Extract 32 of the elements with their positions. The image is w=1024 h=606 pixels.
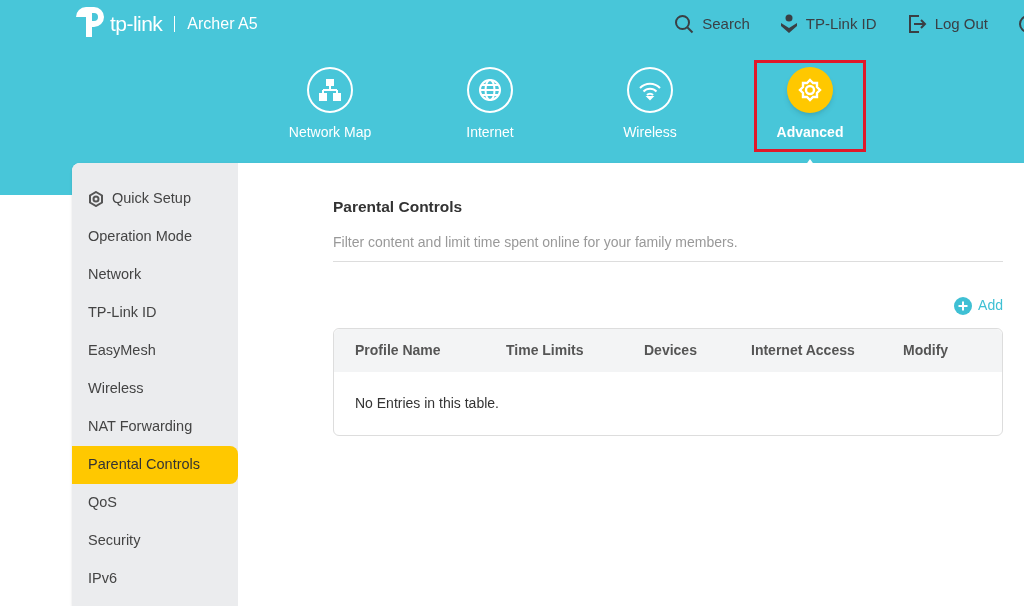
gear-icon [88,191,104,207]
sidebar-item[interactable]: IPv6 [72,560,238,598]
sidebar-item[interactable]: Security [72,522,238,560]
gear-icon [797,77,823,103]
globe-icon [477,77,503,103]
column-header: Devices [644,341,698,361]
empty-message: No Entries in this table. [355,394,499,414]
sidebar-item[interactable]: EasyMesh [72,332,238,370]
network-diagram-icon [317,77,343,103]
model-name: Archer A5 [174,16,258,32]
sidebar-item[interactable]: Network [72,256,238,294]
column-header: Modify [903,341,949,361]
sidebar-item[interactable]: Operation Mode [72,218,238,256]
sidebar-item[interactable]: TP-Link ID [72,294,238,332]
header-action[interactable]: TP-Link ID [779,12,877,36]
sidebar-item[interactable]: Quick Setup [72,180,238,218]
column-header: Profile Name [354,341,442,361]
header-action[interactable]: Search [674,12,750,36]
search-icon [674,14,695,34]
brand-name: tp-link [110,11,163,38]
column-header: Internet Access [751,341,856,361]
sidebar-item[interactable]: NAT Forwarding [72,408,238,446]
column-header: Time Limits [506,341,585,361]
logout-icon [906,14,927,34]
plus-circle-icon [954,296,973,315]
header-action[interactable]: Log Out [906,12,988,36]
section-title: Parental Controls [333,197,464,217]
sidebar-item[interactable]: Parental Controls [72,446,238,484]
sidebar-item[interactable]: Wireless [72,370,238,408]
sidebar-item[interactable]: QoS [72,484,238,522]
person-icon [779,14,798,34]
section-description: Filter content and limit time spent online for your family members. [333,232,1003,263]
